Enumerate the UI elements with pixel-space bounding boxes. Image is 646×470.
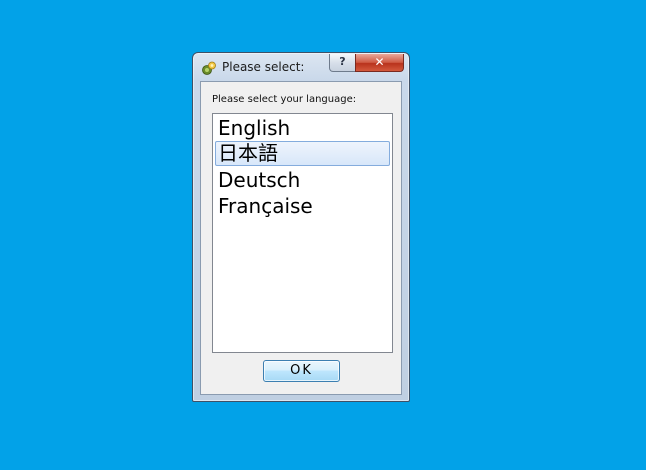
help-button[interactable]: ? xyxy=(329,54,356,72)
language-prompt: Please select your language: xyxy=(212,94,357,105)
language-item-deutsch[interactable]: Deutsch xyxy=(215,168,390,193)
language-item-english[interactable]: English xyxy=(215,116,390,141)
close-button[interactable]: ✕ xyxy=(355,54,404,72)
language-listbox[interactable]: English 日本語 Deutsch Française xyxy=(212,113,393,353)
close-icon: ✕ xyxy=(374,55,385,69)
help-icon: ? xyxy=(339,55,346,68)
language-dialog-window: Please select: ? ✕ Please select your la… xyxy=(192,52,410,402)
window-title: Please select: xyxy=(222,60,305,74)
ok-button[interactable]: OK xyxy=(263,360,340,382)
language-item-francaise[interactable]: Française xyxy=(215,194,390,219)
language-item-japanese[interactable]: 日本語 xyxy=(215,141,390,166)
app-icon xyxy=(201,60,217,76)
dialog-client-area: Please select your language: English 日本語… xyxy=(200,81,402,395)
title-bar[interactable]: Please select: ? ✕ xyxy=(193,53,409,81)
